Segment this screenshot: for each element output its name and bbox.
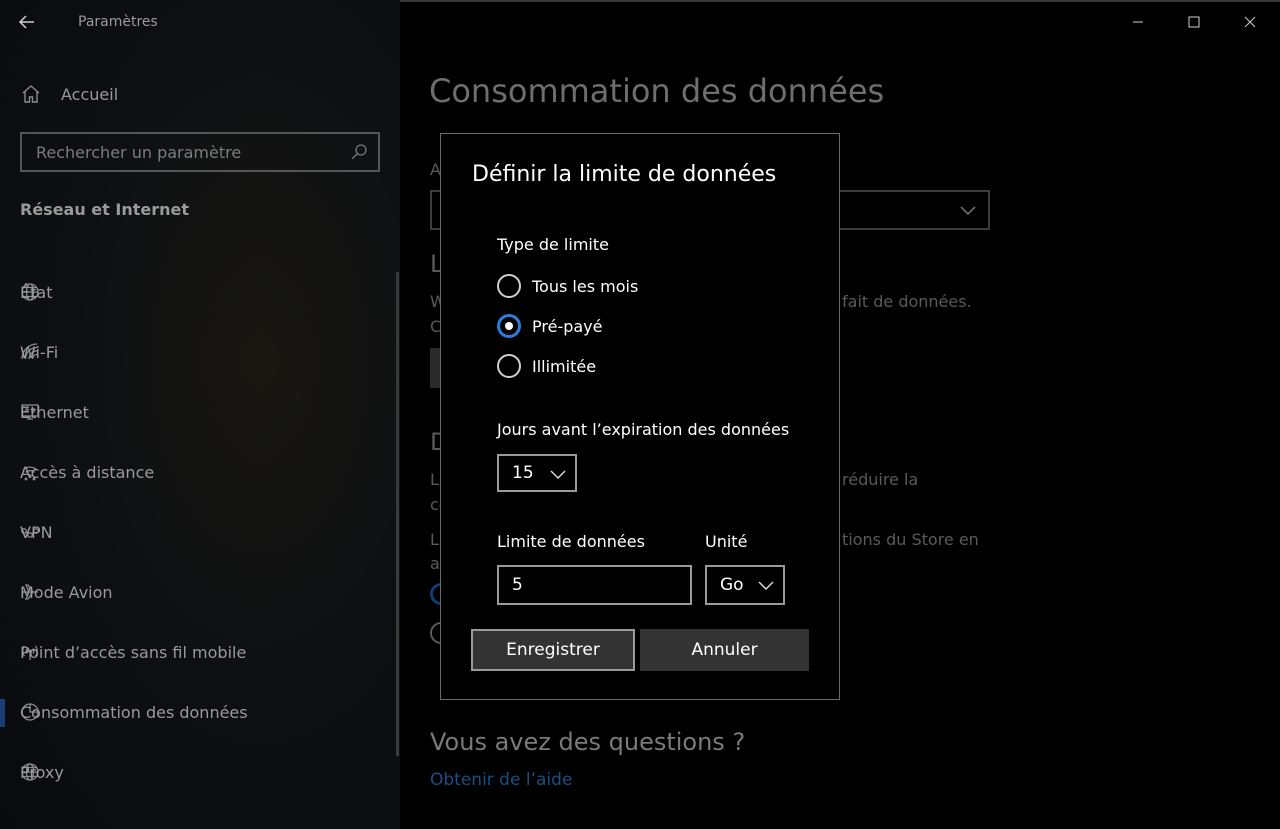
radio-tous-les-mois[interactable]: Tous les mois [497,273,638,299]
days-select[interactable]: 15 [497,454,577,492]
minimize-button[interactable] [1110,0,1166,44]
save-button[interactable]: Enregistrer [471,629,635,671]
back-arrow-icon [18,15,34,29]
radio-label: Tous les mois [532,276,639,296]
search-box[interactable] [20,132,380,172]
questions-heading: Vous avez des questions ? [430,728,746,756]
sidebar-item-label: Consommation des données [20,702,248,722]
sidebar-item-label: VPN [20,522,53,542]
sidebar-item-label: État [20,282,53,302]
sidebar-item-acces-distance[interactable]: Accès à distance [0,442,400,502]
limit-type-label: Type de limite [497,235,609,254]
sidebar-item-vpn[interactable]: VPN [0,502,400,562]
chevron-down-icon [758,581,774,590]
chevron-down-icon [550,470,566,479]
radio-pre-paye[interactable]: Pré-payé [497,313,602,339]
help-link[interactable]: Obtenir de l’aide [430,770,572,790]
dialog-title: Définir la limite de données [472,162,777,187]
radio-circle-selected[interactable] [497,314,521,338]
sidebar-item-mode-avion[interactable]: Mode Avion [0,562,400,622]
sidebar-item-label: Ethernet [20,402,89,422]
sidebar-nav: État Wi-Fi Ethernet Accès à distance VPN [0,262,400,802]
unit-label: Unité [705,532,748,551]
sidebar-item-wifi[interactable]: Wi-Fi [0,322,400,382]
data-limit-label: Limite de données [497,532,645,551]
sidebar-item-label: Point d’accès sans fil mobile [20,642,247,662]
minimize-icon [1133,21,1143,23]
app-title: Paramètres [78,14,158,30]
sidebar-item-etat[interactable]: État [0,262,400,322]
sidebar-home[interactable]: Accueil [20,80,118,108]
sidebar-item-proxy[interactable]: Proxy [0,742,400,802]
days-select-value: 15 [512,463,534,483]
sidebar-item-label: Accès à distance [20,462,155,482]
close-button[interactable] [1222,0,1278,44]
radio-label: Pré-payé [532,316,603,336]
bg-text-fragment: tions du Store en [842,530,979,549]
chevron-down-icon [960,206,976,216]
sidebar: Paramètres Accueil Réseau et Internet Ét… [0,0,400,829]
page-title: Consommation des données [429,72,885,110]
close-icon [1244,16,1256,28]
maximize-button[interactable] [1166,0,1222,44]
search-icon[interactable] [350,143,368,161]
search-input[interactable] [22,134,350,170]
cancel-button[interactable]: Annuler [640,629,809,671]
back-button[interactable] [18,8,42,36]
sidebar-scrollbar[interactable] [396,272,399,756]
radio-circle[interactable] [497,274,521,298]
unit-select[interactable]: Go [705,565,785,605]
radio-label: Illimitée [532,356,597,376]
data-limit-input[interactable] [497,565,692,605]
sidebar-item-consommation[interactable]: Consommation des données [0,682,400,742]
sidebar-item-ethernet[interactable]: Ethernet [0,382,400,442]
sidebar-item-label: Wi-Fi [20,342,59,362]
radio-illimitee[interactable]: Illimitée [497,353,596,379]
home-icon [22,85,40,103]
bg-text-fragment: fait de données. [842,292,972,311]
sidebar-home-label: Accueil [61,84,119,104]
section-header: Réseau et Internet [20,200,189,219]
data-limit-dialog: Définir la limite de données Type de lim… [440,133,840,700]
unit-select-value: Go [720,575,744,595]
bg-text-fragment: réduire la [842,470,919,489]
sidebar-item-hotspot[interactable]: Point d’accès sans fil mobile [0,622,400,682]
radio-circle[interactable] [497,354,521,378]
days-label: Jours avant l’expiration des données [497,420,790,439]
maximize-icon [1188,16,1200,28]
sidebar-item-label: Proxy [20,762,64,782]
sidebar-item-label: Mode Avion [20,582,113,602]
